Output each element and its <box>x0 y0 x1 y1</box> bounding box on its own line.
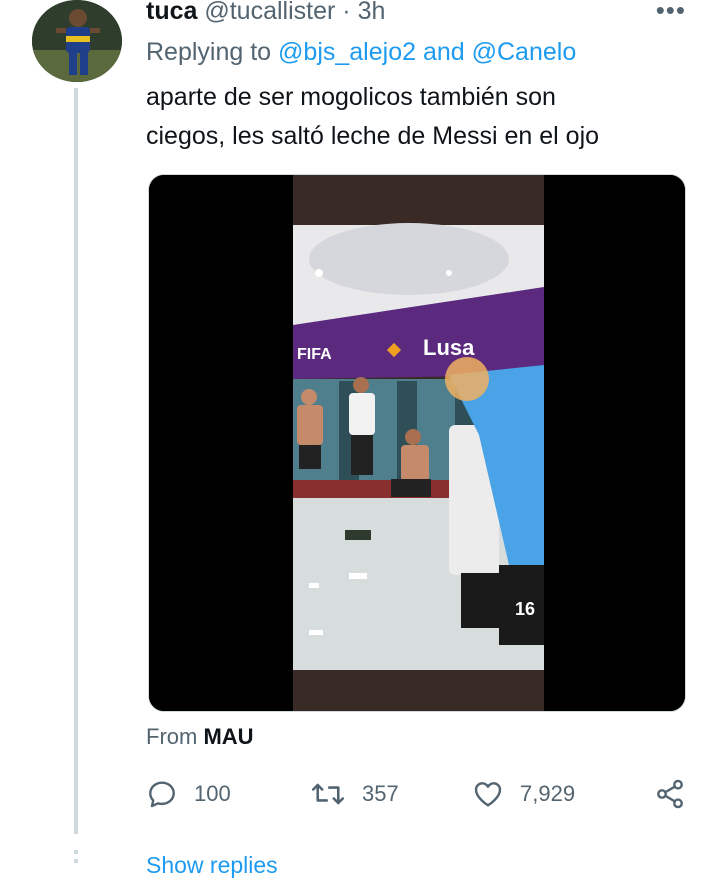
mention-link-2[interactable]: @Canelo <box>472 38 577 66</box>
tweet-text: aparte de ser mogolicos también son cieg… <box>146 78 686 156</box>
thread-continuation-dots <box>74 850 78 868</box>
show-replies-link[interactable]: Show replies <box>146 852 278 879</box>
like-button[interactable]: 7,929 <box>472 776 575 812</box>
tweet-text-line-2: ciegos, les saltó leche de Messi en el o… <box>146 122 600 150</box>
header-separator: · <box>342 0 351 25</box>
jersey-number: 16 <box>515 599 535 619</box>
avatar[interactable] <box>32 0 122 82</box>
replying-prefix: Replying to <box>146 38 272 66</box>
reply-count: 100 <box>194 781 231 806</box>
share-button[interactable] <box>654 776 702 812</box>
media-source: From MAU <box>146 724 254 750</box>
banner-sponsor: Lusa <box>423 335 475 360</box>
replying-and: and <box>422 38 465 66</box>
video-frame: FIFA Lusa 16 <box>149 175 685 711</box>
share-icon <box>657 779 683 809</box>
media-source-name[interactable]: MAU <box>203 724 253 749</box>
author-handle[interactable]: @tucallister <box>204 0 335 25</box>
video-player[interactable]: FIFA Lusa 16 <box>148 174 686 712</box>
author-name[interactable]: tuca <box>146 0 197 25</box>
banner-fifa: FIFA <box>297 346 332 363</box>
tweet-time[interactable]: 3h <box>358 0 386 25</box>
reply-button[interactable]: 100 <box>146 776 231 812</box>
replying-to: Replying to @bjs_alejo2 and @Canelo <box>146 38 576 67</box>
like-count: 7,929 <box>520 781 576 806</box>
like-icon <box>474 782 502 807</box>
mention-link-1[interactable]: @bjs_alejo2 <box>278 38 416 66</box>
more-icon[interactable]: ••• <box>656 0 686 23</box>
reply-icon <box>149 781 175 808</box>
retweet-count: 357 <box>362 781 399 806</box>
media-source-prefix: From <box>146 724 198 749</box>
thread-line <box>74 88 78 834</box>
avatar-image <box>32 0 122 82</box>
tweet-header: tuca @tucallister · 3h <box>146 0 385 26</box>
retweet-button[interactable]: 357 <box>310 776 399 812</box>
tweet-text-line-1: aparte de ser mogolicos también son <box>146 83 556 111</box>
retweet-icon <box>311 783 345 805</box>
